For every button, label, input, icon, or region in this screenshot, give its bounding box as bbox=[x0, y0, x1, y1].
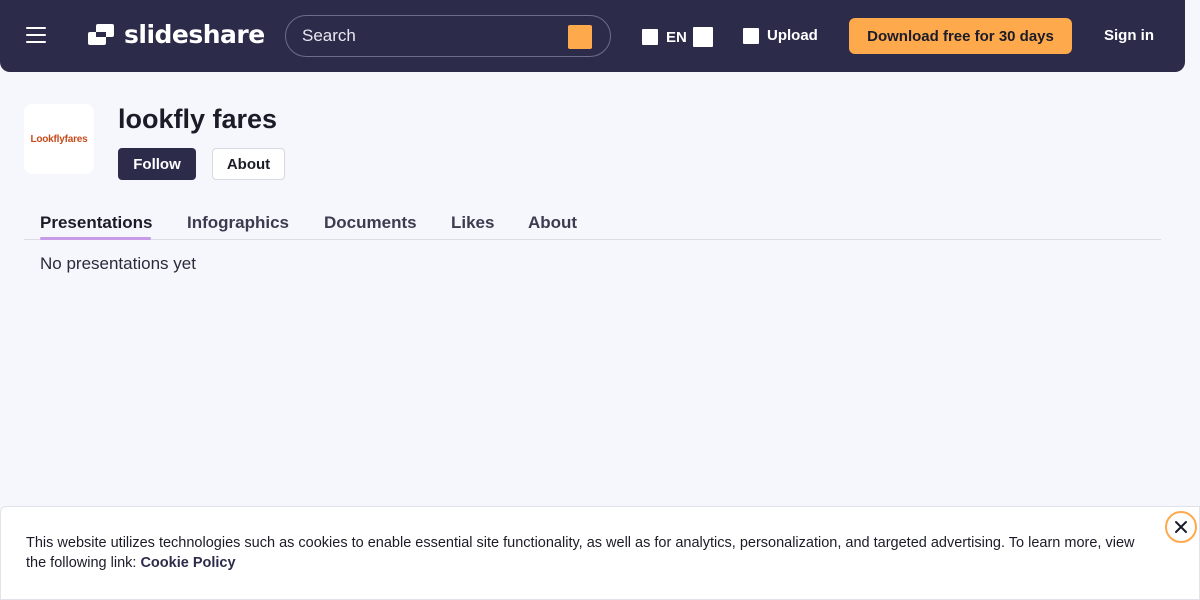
tab-likes[interactable]: Likes bbox=[451, 213, 494, 233]
empty-state-message: No presentations yet bbox=[40, 254, 196, 273]
slideshare-logo[interactable]: slideshare bbox=[88, 20, 265, 50]
search-box bbox=[285, 15, 611, 57]
globe-icon bbox=[642, 29, 658, 45]
avatar-logo-text: Lookflyfares bbox=[30, 133, 88, 145]
profile-avatar: Lookflyfares bbox=[24, 104, 94, 174]
slideshare-logo-icon bbox=[88, 24, 114, 45]
language-label: EN bbox=[666, 28, 687, 46]
tab-presentations[interactable]: Presentations bbox=[40, 213, 152, 233]
tab-about[interactable]: About bbox=[528, 213, 577, 233]
about-button[interactable]: About bbox=[212, 148, 285, 180]
tab-documents[interactable]: Documents bbox=[324, 213, 417, 233]
menu-icon[interactable] bbox=[26, 27, 46, 45]
language-selector[interactable]: EN bbox=[642, 27, 713, 47]
logo-text: slideshare bbox=[124, 20, 265, 49]
upload-icon bbox=[743, 27, 759, 44]
download-free-button[interactable]: Download free for 30 days bbox=[849, 18, 1072, 54]
upload-label: Upload bbox=[767, 27, 818, 44]
profile-tabs: Presentations Infographics Documents Lik… bbox=[24, 208, 1161, 240]
profile-name: lookfly fares bbox=[118, 104, 278, 134]
top-navigation-bar: slideshare EN Upload Download free for 3… bbox=[0, 0, 1185, 72]
cookie-banner-text: This website utilizes technologies such … bbox=[26, 533, 1136, 573]
active-tab-indicator bbox=[40, 237, 151, 240]
sign-in-link[interactable]: Sign in bbox=[1104, 27, 1154, 44]
upload-button[interactable]: Upload bbox=[743, 27, 818, 44]
cookie-policy-link[interactable]: Cookie Policy bbox=[140, 555, 235, 571]
cookie-banner: This website utilizes technologies such … bbox=[0, 506, 1200, 600]
search-input[interactable] bbox=[286, 26, 556, 46]
close-icon[interactable] bbox=[1165, 511, 1197, 543]
close-x-glyph bbox=[1175, 521, 1187, 533]
tab-infographics[interactable]: Infographics bbox=[187, 213, 289, 233]
chevron-down-icon bbox=[692, 27, 713, 47]
search-icon[interactable] bbox=[568, 25, 592, 49]
follow-button[interactable]: Follow bbox=[118, 148, 196, 180]
